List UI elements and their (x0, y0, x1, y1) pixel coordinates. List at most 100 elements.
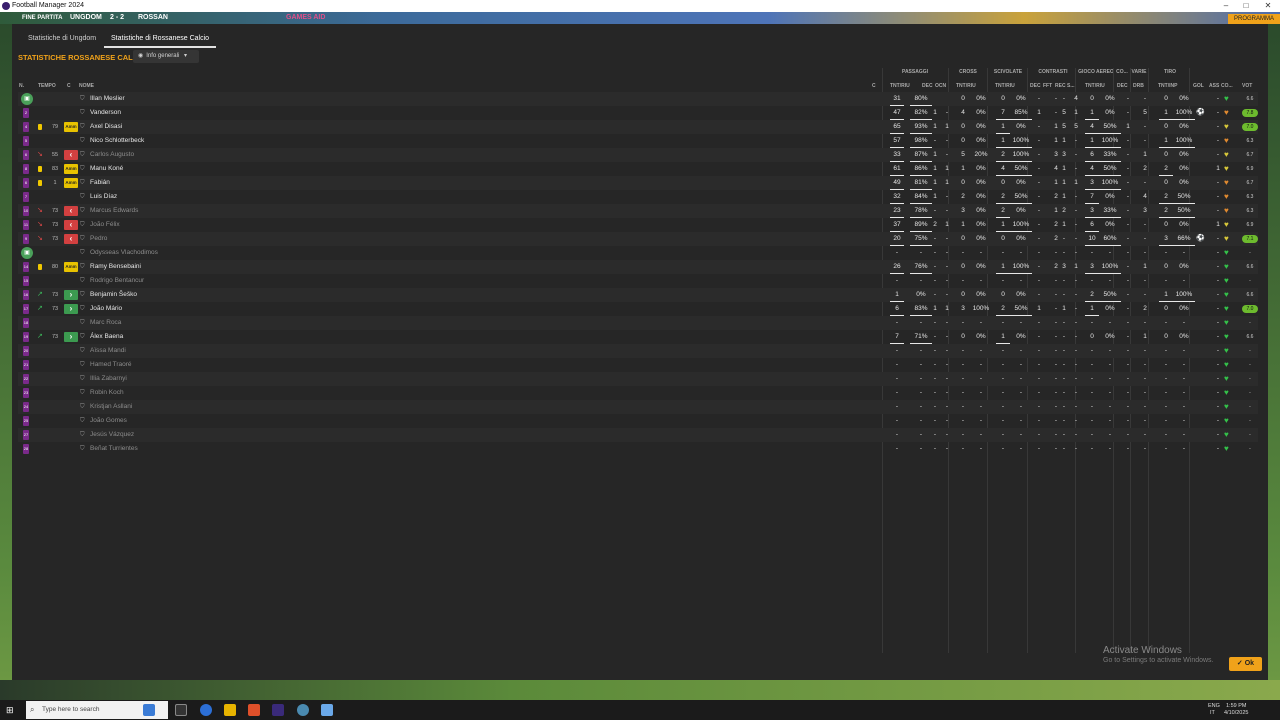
player-name[interactable]: Axel Disasi (90, 120, 122, 134)
player-name[interactable]: Carlos Augusto (90, 148, 134, 162)
player-name[interactable]: Beñat Turrientes (90, 442, 138, 456)
taskview-icon[interactable] (175, 704, 187, 716)
steam-icon[interactable] (297, 704, 309, 716)
windows-start-icon[interactable]: ⊞ (6, 705, 16, 715)
player-name[interactable]: Pedro (90, 232, 107, 246)
table-row[interactable]: 21 ⛉ Hamed Traoré - - - - - - - - - - - - - - - - - - - ♥ - (18, 358, 1258, 372)
table-row[interactable]: 9 ↘ 73 ‹ ⛉ Pedro 20 75% - -0 0% 0 0% -2- -10 60% - -3 66% -… (18, 232, 1258, 246)
maximize-button[interactable]: □ (1236, 0, 1256, 12)
table-row[interactable]: 7 ⛉ Luis Díaz 32 84% 1-2 0% 2 50% -2 1-7 0% -4 2 50% - ♥… (18, 190, 1258, 204)
sub-in-badge[interactable]: › (64, 332, 78, 342)
column-header-p_tnt[interactable]: TNT/RIU (890, 83, 910, 89)
column-header-co_dec[interactable]: DEC (1117, 83, 1128, 89)
player-name[interactable]: Marcus Edwards (90, 204, 138, 218)
table-row[interactable]: 11 ↘ 73 ‹ ⛉ João Félix 37 89% 2 1 1 0% 1 100% -2 1-6 0% -… (18, 218, 1258, 232)
player-name[interactable]: Fabián (90, 176, 110, 190)
tab-ungdom-stats[interactable]: Statistiche di Ungdom (28, 30, 96, 48)
table-row[interactable]: 20 ⛉ Aïssa Mandi - - - - - - - - - - - - - - - - - - - ♥ - (18, 344, 1258, 358)
tray-time[interactable]: 1:59 PM (1226, 703, 1246, 709)
player-name[interactable]: Vanderson (90, 106, 121, 120)
player-name[interactable]: Nico Schlotterbeck (90, 134, 144, 148)
player-name[interactable]: Benjamin Šeško (90, 288, 137, 302)
column-header-c[interactable]: C (67, 83, 71, 89)
column-header-vot[interactable]: VOT (1242, 83, 1252, 89)
column-header-ct_s[interactable]: S... (1067, 83, 1075, 89)
table-row[interactable]: 17 ↗ 73 › ⛉ João Mário 6 83% 1 1 3 100% 2 50% 1-1-1 0% -… (18, 302, 1258, 316)
column-header-occ[interactable]: OCN (935, 83, 946, 89)
table-row[interactable]: ▣ ⛉ Odysseas Vlachodimos - - - - - - - - - - - - - - - - - -… (18, 246, 1258, 260)
player-name[interactable]: João Mário (90, 302, 122, 316)
sub-out-badge[interactable]: ‹ (64, 234, 78, 244)
table-row[interactable]: 14 80 Amm ⛉ Ramy Bensebaini 26 76% - -0 0% 1 100% -2… (18, 260, 1258, 274)
player-name[interactable]: Jesús Vázquez (90, 428, 134, 442)
table-row[interactable]: 23 ⛉ Robin Koch - - - - - - - - - - - - - - - - - - - ♥ - (18, 386, 1258, 400)
taskview-app-icon[interactable] (143, 704, 155, 716)
table-row[interactable]: 28 ⛉ Beñat Turrientes - - - - - - - - - - - - - - - - - - - ♥ - (18, 442, 1258, 456)
player-name[interactable]: Luis Díaz (90, 190, 117, 204)
table-row[interactable]: ▣ ⛉ Illan Meslier 31 80% 0 0% 0 0% - - -4 0 0% - -0 0% - ♥… (18, 92, 1258, 106)
column-header-ct_fft[interactable]: FFT (1043, 83, 1052, 89)
table-row[interactable]: 27 ⛉ Jesús Vázquez - - - - - - - - - - - - - - - - - - - ♥ - (18, 428, 1258, 442)
tab-rossanese-stats[interactable]: Statistiche di Rossanese Calcio (104, 30, 217, 48)
column-header-gol[interactable]: GOL (1193, 83, 1204, 89)
player-name[interactable]: Rodrigo Bentancur (90, 274, 144, 288)
table-row[interactable]: 15 ⛉ Rodrigo Bentancur - - - - - - - - - - - - - - - - - - - ♥… (18, 274, 1258, 288)
table-row[interactable]: 16 ↗ 73 › ⛉ Benjamin Šeško 1 0% - -0 0% 0 0% - - - -2 50%… (18, 288, 1258, 302)
tray-lang[interactable]: ENG (1208, 703, 1220, 709)
table-row[interactable]: 19 ↗ 73 › ⛉ Álex Baena 7 71% - -0 0% 1 0% - - - -0 0% -1 0 0… (18, 330, 1258, 344)
player-name[interactable]: Aïssa Mandi (90, 344, 126, 358)
column-header-ct_dec[interactable]: DEC (1030, 83, 1041, 89)
ok-button[interactable]: ✓ Ok (1229, 657, 1262, 671)
player-name[interactable]: João Félix (90, 218, 120, 232)
sub-in-badge[interactable]: › (64, 290, 78, 300)
player-name[interactable]: Marc Roca (90, 316, 121, 330)
column-header-ti_tnt[interactable]: TNT/INP (1158, 83, 1177, 89)
player-name[interactable]: Odysseas Vlachodimos (90, 246, 158, 260)
table-row[interactable]: 6 1 Amm ⛉ Fabián 49 81% 1 1 0 0% 0 0% -1 1 1 3 100% - -0 0% -… (18, 176, 1258, 190)
column-header-c2[interactable]: C (872, 83, 876, 89)
player-name[interactable]: Ramy Bensebaini (90, 260, 141, 274)
table-row[interactable]: 2 ⛉ Vanderson 47 82% 1-4 0% 7 85% 1-5 1 1 0% -5 1 100% -… (18, 106, 1258, 120)
sub-out-badge[interactable]: ‹ (64, 206, 78, 216)
player-name[interactable]: Illan Meslier (90, 92, 125, 106)
player-name[interactable]: Álex Baena (90, 330, 123, 344)
minimize-button[interactable]: – (1216, 0, 1236, 12)
table-row[interactable]: 10 ↘ 73 ‹ ⛉ Marcus Edwards 23 78% - -3 0% 2 0% -1 2-3 3… (18, 204, 1258, 218)
column-header-ass[interactable]: ASS (1209, 83, 1219, 89)
column-header-va_drb[interactable]: DRB (1133, 83, 1144, 89)
edge-icon[interactable] (200, 704, 212, 716)
files-app-icon[interactable] (321, 704, 333, 716)
program-button[interactable]: PROGRAMMA (1228, 14, 1280, 24)
close-button[interactable]: ✕ (1258, 0, 1278, 12)
column-header-ga_tnt[interactable]: TNT/RIU (1085, 83, 1105, 89)
player-name[interactable]: Kristjan Asllani (90, 400, 132, 414)
sub-out-badge[interactable]: ‹ (64, 150, 78, 160)
player-name[interactable]: João Gomes (90, 414, 127, 428)
fm24-taskbar-icon[interactable] (272, 704, 284, 716)
table-row[interactable]: 24 ⛉ Kristjan Asllani - - - - - - - - - - - - - - - - - - - ♥ - (18, 400, 1258, 414)
sub-out-badge[interactable]: ‹ (64, 220, 78, 230)
column-header-cr_tnt[interactable]: TNT/RIU (956, 83, 976, 89)
table-row[interactable]: 25 ⛉ João Gomes - - - - - - - - - - - - - - - - - - - ♥ - (18, 414, 1258, 428)
table-row[interactable]: 18 ⛉ Marc Roca - - - - - - - - - - - - - - - - - - - ♥ - (18, 316, 1258, 330)
table-row[interactable]: 5 ⛉ Nico Schlotterbeck 57 98% - -0 0% 1 100% -1 1-1… (18, 134, 1258, 148)
player-name[interactable]: Manu Koné (90, 162, 123, 176)
brave-icon[interactable] (248, 704, 260, 716)
column-header-n[interactable]: N. (19, 83, 24, 89)
player-name[interactable]: Hamed Traoré (90, 358, 132, 372)
column-header-nome[interactable]: NOME (79, 83, 94, 89)
file-explorer-icon[interactable] (224, 704, 236, 716)
column-header-dec[interactable]: DEC (922, 83, 933, 89)
table-row[interactable]: 8 83 Amm ⛉ Manu Koné 61 86% 1 1 1 0% 4 50% -4 1-4 50% -2… (18, 162, 1258, 176)
table-row[interactable]: 22 ⛉ Illia Zabarnyi - - - - - - - - - - - - - - - - - - - ♥ - (18, 372, 1258, 386)
player-name[interactable]: Illia Zabarnyi (90, 372, 127, 386)
table-row[interactable]: 6 ↘ 55 ‹ ⛉ Carlos Augusto 33 87% 1-5 20% 2 100% -3 3-… (18, 148, 1258, 162)
player-name[interactable]: Robin Koch (90, 386, 124, 400)
sub-in-badge[interactable]: › (64, 304, 78, 314)
table-row[interactable]: 4 79 Amm ⛉ Axel Disasi 65 93% 1 1 0 0% 1 0% -1 5 5 4 50% 1… (18, 120, 1258, 134)
view-select[interactable]: ◉ Info generali ▾ (133, 50, 199, 63)
column-header-tempo[interactable]: TEMPO (38, 83, 56, 89)
column-header-sc_tnt[interactable]: TNT/RIU (995, 83, 1015, 89)
column-header-ct_rec[interactable]: REC (1055, 83, 1066, 89)
column-header-co[interactable]: CO... (1221, 83, 1233, 89)
